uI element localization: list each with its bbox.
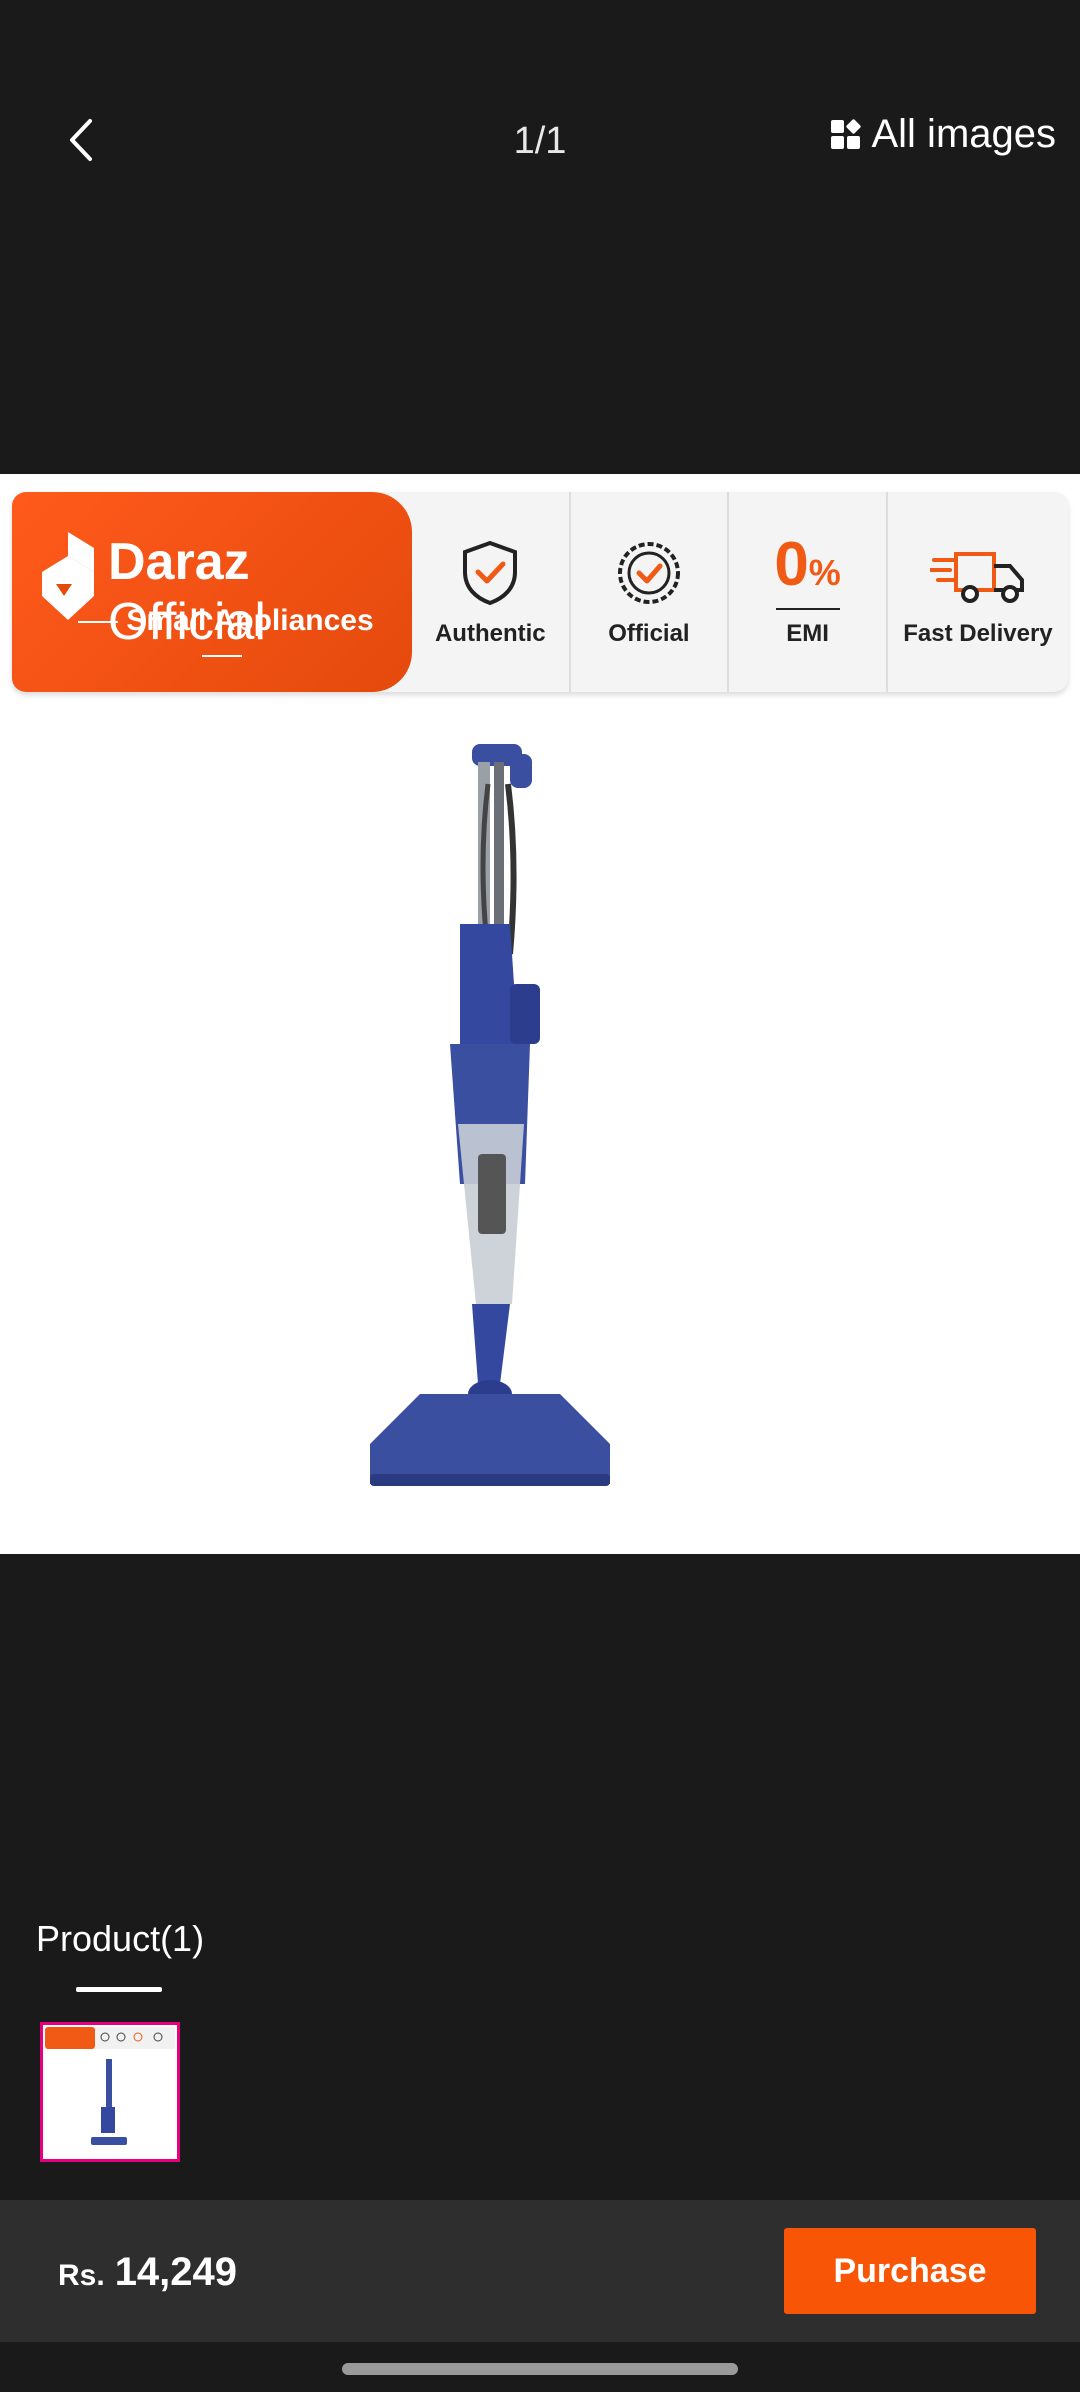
currency: Rs. [58, 2259, 105, 2292]
thumbnail-image [43, 2025, 177, 2159]
tab-product[interactable]: Product(1) [36, 1918, 204, 1960]
shield-check-icon [463, 540, 518, 606]
vacuum-cleaner-image [370, 744, 610, 1486]
grid-icon [831, 118, 862, 150]
top-bar: 1/1 All images [0, 0, 1080, 200]
delivery-truck-icon [929, 552, 1024, 603]
badge-emi: 0% EMI [727, 492, 886, 692]
all-images-label: All images [871, 112, 1056, 156]
purchase-button[interactable]: Purchase [784, 2228, 1036, 2314]
brand-banner: Daraz Official Small Appliances Authenti… [12, 492, 1068, 692]
badge-official: Official [568, 492, 728, 692]
price: Rs. 14,249 [58, 2250, 237, 2295]
seal-check-icon [617, 542, 680, 604]
brand-block: Daraz Official Small Appliances [12, 492, 412, 692]
emi-divider [775, 608, 840, 610]
all-images-button[interactable]: All images [831, 112, 1056, 157]
home-indicator[interactable] [342, 2363, 738, 2375]
badge-authentic: Authentic [412, 492, 569, 692]
brand-subtitle: Small Appliances [52, 604, 392, 672]
badge-row: Authentic Official 0% EMI Fast Delivery [412, 492, 1068, 692]
bottom-bar: Rs. 14,249 Purchase [0, 2200, 1080, 2342]
tab-underline [76, 1987, 162, 1992]
product-thumbnail[interactable] [40, 2022, 180, 2162]
price-value: 14,249 [114, 2250, 238, 2294]
emi-value: 0% [774, 530, 841, 599]
badge-fast-delivery: Fast Delivery [885, 492, 1068, 692]
product-image[interactable]: Daraz Official Small Appliances Authenti… [0, 474, 1080, 1554]
